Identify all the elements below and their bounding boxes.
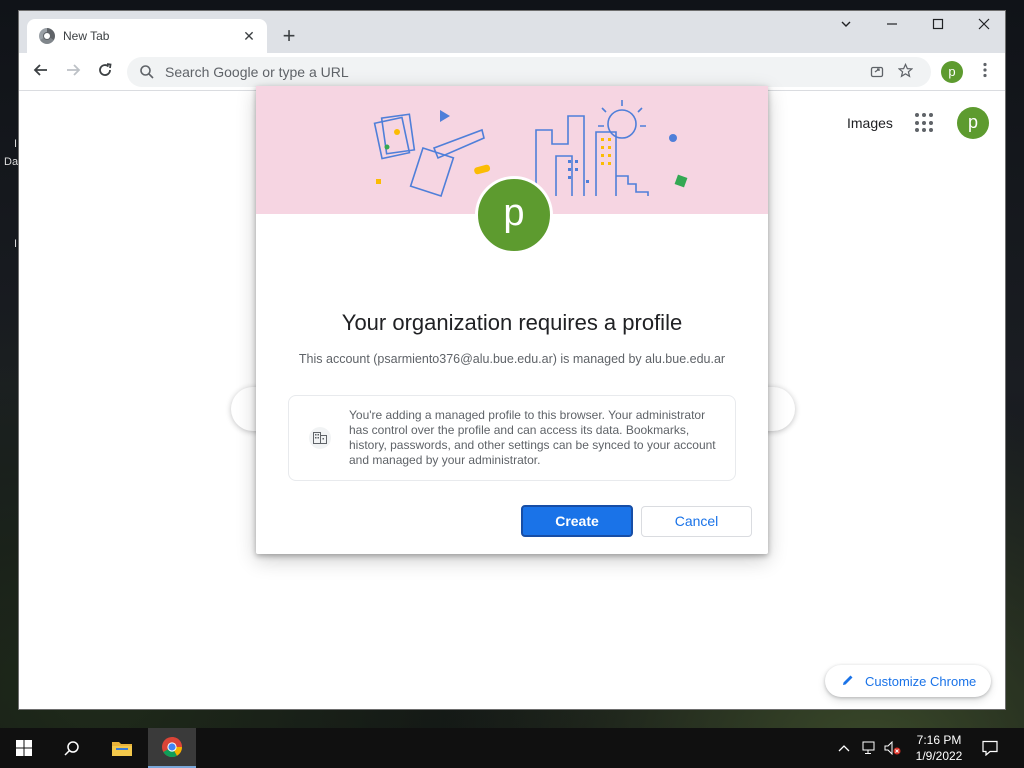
reload-icon — [99, 63, 112, 76]
volume-muted-icon[interactable] — [884, 728, 902, 768]
search-icon — [64, 741, 79, 756]
managed-profile-dialog: p Your organization requires a profile T… — [256, 86, 768, 554]
desktop-icon-fragment-2[interactable]: I — [14, 238, 17, 250]
forward-button[interactable] — [59, 58, 87, 86]
network-icon[interactable] — [862, 728, 878, 768]
start-button[interactable] — [0, 728, 48, 768]
managed-notice-box: You're adding a managed profile to this … — [288, 395, 736, 481]
action-center-button[interactable] — [982, 728, 998, 768]
share-icon[interactable] — [863, 64, 891, 81]
reload-button[interactable] — [91, 58, 119, 86]
clock-time: 7:16 PM — [916, 733, 962, 747]
google-account-avatar[interactable]: p — [957, 107, 989, 139]
minimize-button[interactable] — [869, 11, 915, 43]
notification-icon — [982, 740, 998, 756]
star-icon[interactable] — [891, 62, 919, 81]
chrome-menu-button[interactable] — [977, 58, 993, 86]
chrome-taskbar-button[interactable] — [148, 728, 196, 768]
maximize-button[interactable] — [915, 11, 961, 43]
customize-chrome-button[interactable]: Customize Chrome — [825, 665, 991, 697]
customize-chrome-label: Customize Chrome — [865, 673, 977, 689]
clock-date: 1/9/2022 — [915, 749, 963, 763]
google-apps-icon[interactable] — [915, 113, 935, 133]
search-icon — [140, 65, 154, 79]
desktop-icon-label-fragment[interactable]: Da — [4, 156, 18, 168]
desktop-icon-fragment[interactable]: I — [14, 138, 17, 150]
create-button[interactable]: Create — [521, 505, 633, 537]
folder-icon — [112, 742, 132, 756]
tab-close-icon[interactable]: ✕ — [241, 28, 257, 45]
images-link[interactable]: Images — [847, 115, 893, 131]
omnibox[interactable]: Search Google or type a URL — [127, 57, 931, 87]
tab-new-tab[interactable]: New Tab ✕ — [27, 19, 267, 53]
taskbar-search-button[interactable] — [48, 728, 96, 768]
new-tab-button[interactable]: + — [275, 23, 303, 51]
dialog-subtitle: This account (psarmiento376@alu.bue.edu.… — [298, 352, 726, 366]
dialog-profile-avatar: p — [475, 176, 553, 254]
omnibox-placeholder: Search Google or type a URL — [165, 64, 349, 80]
business-building-icon — [309, 427, 331, 449]
back-arrow-icon — [33, 64, 47, 76]
file-explorer-button[interactable] — [98, 728, 146, 768]
show-hidden-icons-button[interactable] — [838, 728, 850, 768]
tab-strip: New Tab ✕ + — [19, 11, 1005, 53]
tab-search-dropdown-icon[interactable] — [823, 11, 869, 43]
taskbar-clock[interactable]: 7:16 PM 1/9/2022 — [904, 732, 974, 764]
windows-taskbar: 7:16 PM 1/9/2022 — [0, 728, 1024, 768]
dialog-title: Your organization requires a profile — [341, 310, 683, 335]
windows-logo-icon — [16, 740, 32, 756]
forward-arrow-icon — [67, 64, 81, 76]
chrome-favicon-icon — [39, 28, 55, 44]
chevron-up-icon — [838, 745, 850, 752]
chrome-logo-icon — [162, 737, 183, 758]
back-button[interactable] — [27, 58, 55, 86]
managed-notice-text: You're adding a managed profile to this … — [349, 408, 716, 467]
close-window-button[interactable] — [961, 11, 1005, 43]
pencil-icon — [841, 673, 855, 690]
profile-avatar-button[interactable]: p — [941, 61, 963, 83]
cancel-button[interactable]: Cancel — [641, 506, 752, 537]
tab-title: New Tab — [63, 29, 110, 43]
more-vert-icon — [983, 62, 987, 78]
